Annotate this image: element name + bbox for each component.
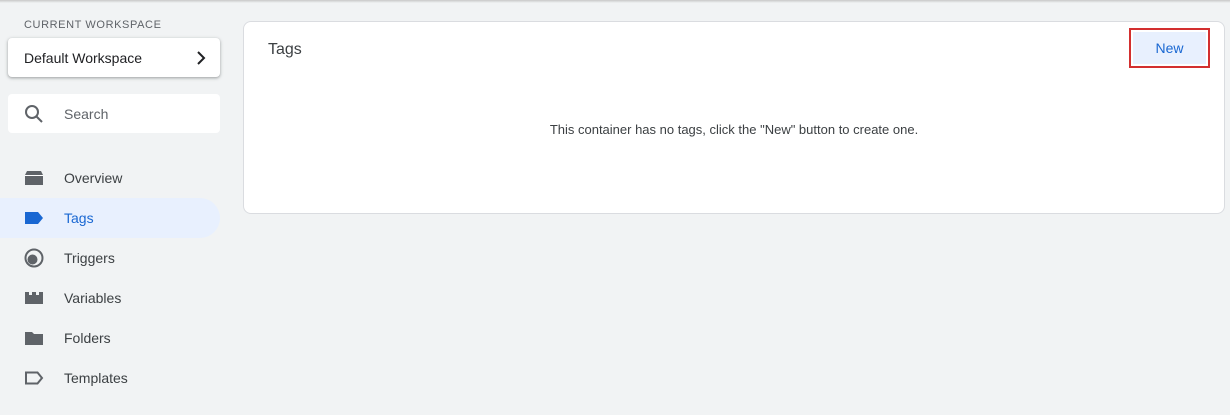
sidebar-item-folders[interactable]: Folders xyxy=(0,318,220,358)
workspace-name: Default Workspace xyxy=(24,49,143,66)
sidebar-nav: Overview Tags Triggers Variables Folders… xyxy=(0,158,220,398)
sidebar-item-label: Folders xyxy=(64,330,111,346)
sidebar-item-label: Triggers xyxy=(64,250,115,266)
search-icon xyxy=(24,104,44,124)
sidebar-item-variables[interactable]: Variables xyxy=(0,278,220,318)
workspace-selector[interactable]: Default Workspace xyxy=(8,38,220,77)
workspace-label: CURRENT WORKSPACE xyxy=(24,19,162,31)
sidebar-item-templates[interactable]: Templates xyxy=(0,358,220,398)
overview-icon xyxy=(24,168,44,188)
tags-panel: Tags New This container has no tags, cli… xyxy=(243,21,1225,214)
sidebar-item-tags[interactable]: Tags xyxy=(0,198,220,238)
sidebar-item-overview[interactable]: Overview xyxy=(0,158,220,198)
search-input[interactable] xyxy=(64,105,214,122)
sidebar-item-label: Variables xyxy=(64,290,122,306)
sidebar-item-triggers[interactable]: Triggers xyxy=(0,238,220,278)
folder-icon xyxy=(24,328,44,348)
sidebar-item-label: Overview xyxy=(64,170,123,186)
empty-state-message: This container has no tags, click the "N… xyxy=(549,122,919,137)
tag-icon xyxy=(24,208,44,228)
trigger-icon xyxy=(24,248,44,268)
sidebar: CURRENT WORKSPACE Default Workspace Over… xyxy=(0,0,230,415)
new-tag-button[interactable]: New xyxy=(1129,28,1210,68)
template-icon xyxy=(24,368,44,388)
sidebar-item-label: Templates xyxy=(64,370,128,386)
sidebar-item-label: Tags xyxy=(64,210,94,226)
new-button-label: New xyxy=(1133,32,1206,64)
variables-icon xyxy=(24,288,44,308)
page-title: Tags xyxy=(268,41,302,58)
chevron-right-icon xyxy=(196,50,206,65)
search-box xyxy=(8,94,220,133)
